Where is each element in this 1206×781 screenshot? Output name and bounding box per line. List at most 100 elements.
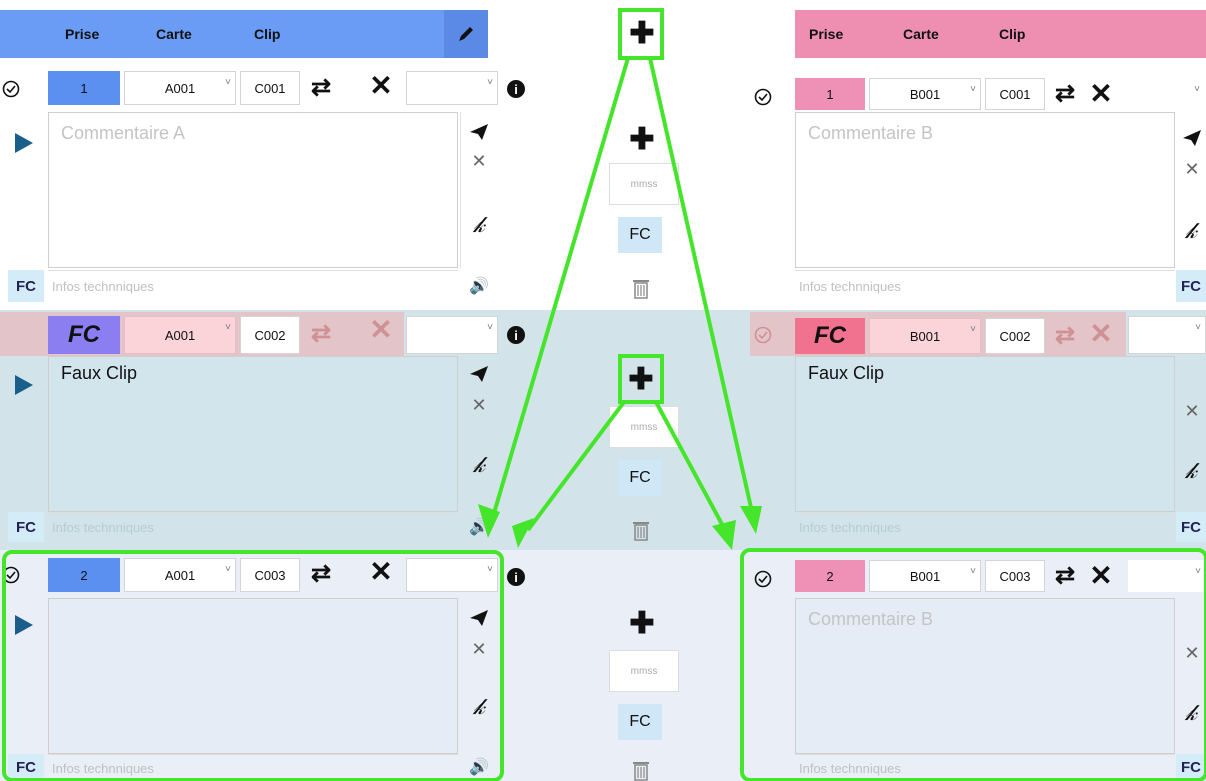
- select-b-2[interactable]: ˅: [1128, 316, 1206, 354]
- info-icon[interactable]: i: [507, 80, 525, 98]
- swap-icon[interactable]: ⇄: [306, 558, 336, 588]
- trash-icon[interactable]: [626, 758, 656, 781]
- check-circle-icon[interactable]: [752, 84, 774, 110]
- clip-a-3[interactable]: C003: [240, 558, 300, 592]
- check-circle-icon[interactable]: [0, 562, 22, 588]
- fc-square-b-2[interactable]: FC: [1176, 512, 1206, 542]
- select-b-3[interactable]: ˅: [1128, 560, 1206, 592]
- check-circle-icon[interactable]: [0, 76, 22, 102]
- clear-icon[interactable]: ✕: [1180, 400, 1204, 422]
- pen-icon[interactable]: 𝓀: [464, 450, 494, 480]
- fc-button-2[interactable]: FC: [618, 460, 662, 496]
- clip-b-2[interactable]: C002: [985, 318, 1045, 354]
- pen-icon[interactable]: 𝓀: [1178, 456, 1204, 486]
- close-icon[interactable]: ✕: [366, 68, 396, 102]
- carte-a-3[interactable]: A001 ˅: [124, 558, 236, 592]
- swap-icon[interactable]: ⇄: [306, 72, 336, 102]
- select-a-2[interactable]: ˅: [406, 316, 498, 354]
- chevron-down-icon: ˅: [970, 84, 976, 95]
- pen-icon[interactable]: 𝓀: [464, 210, 494, 240]
- plus-icon[interactable]: ✚: [622, 12, 662, 56]
- pen-icon[interactable]: 𝓀: [1178, 216, 1204, 246]
- mmss-2[interactable]: mmss: [609, 406, 679, 448]
- sound-icon[interactable]: 🔊: [462, 515, 496, 539]
- close-icon[interactable]: ✕: [1086, 316, 1116, 350]
- info-icon[interactable]: i: [507, 326, 525, 344]
- fc-button-3[interactable]: FC: [618, 704, 662, 740]
- clear-icon[interactable]: ✕: [1180, 158, 1204, 180]
- fc-square-a-1[interactable]: FC: [8, 270, 44, 302]
- close-icon[interactable]: ✕: [366, 554, 396, 588]
- select-a-1[interactable]: ˅: [406, 71, 498, 105]
- infos-a-3[interactable]: Infos technniques: [48, 754, 458, 781]
- carte-b-2[interactable]: B001 ˅: [869, 318, 981, 354]
- infos-a-2[interactable]: Infos technniques: [48, 512, 458, 542]
- infos-b-2[interactable]: Infos technniques: [795, 512, 1175, 542]
- mmss-3[interactable]: mmss: [609, 650, 679, 692]
- chevron-down-icon[interactable]: ˅: [1190, 80, 1204, 98]
- fc-button-1[interactable]: FC: [618, 217, 662, 253]
- comment-b-1[interactable]: Commentaire B: [795, 112, 1175, 268]
- comment-a-3[interactable]: [48, 598, 458, 754]
- send-icon[interactable]: [464, 118, 494, 146]
- fc-square-a-2[interactable]: FC: [8, 512, 44, 542]
- send-icon[interactable]: [1180, 124, 1204, 152]
- prise-b-1[interactable]: 1: [795, 78, 865, 110]
- clip-a-2[interactable]: C002: [240, 316, 300, 354]
- prise-a-1[interactable]: 1: [48, 71, 120, 105]
- infos-b-1[interactable]: Infos technniques: [795, 270, 1175, 302]
- plus-icon[interactable]: ✚: [622, 120, 662, 160]
- prise-a-2[interactable]: FC: [48, 316, 120, 354]
- prise-b-2[interactable]: FC: [795, 318, 865, 354]
- check-circle-icon[interactable]: [752, 566, 774, 592]
- close-icon[interactable]: ✕: [366, 312, 396, 346]
- select-a-3[interactable]: ˅: [406, 558, 498, 592]
- comment-b-2[interactable]: Faux Clip: [795, 356, 1175, 512]
- carte-a-2[interactable]: A001 ˅: [124, 316, 236, 354]
- play-icon[interactable]: [10, 608, 38, 642]
- clip-a-1[interactable]: C001: [240, 71, 300, 105]
- play-icon[interactable]: [10, 126, 38, 160]
- pen-icon[interactable]: 𝓀: [464, 692, 494, 722]
- check-circle-icon[interactable]: [752, 322, 774, 348]
- header-prise-a: Prise: [65, 26, 100, 42]
- swap-icon[interactable]: ⇄: [1050, 320, 1080, 350]
- pencil-icon[interactable]: [444, 10, 488, 58]
- info-icon[interactable]: i: [507, 568, 525, 586]
- clear-icon[interactable]: ✕: [464, 638, 494, 660]
- comment-a-1[interactable]: Commentaire A: [48, 112, 458, 268]
- swap-icon[interactable]: ⇄: [1050, 560, 1080, 590]
- mmss-1[interactable]: mmss: [609, 163, 679, 205]
- trash-icon[interactable]: [626, 516, 656, 544]
- infos-a-1[interactable]: Infos technniques: [48, 270, 458, 302]
- carte-b-3[interactable]: B001 ˅: [869, 560, 981, 592]
- sound-icon[interactable]: 🔊: [462, 274, 496, 298]
- comment-a-2[interactable]: Faux Clip: [48, 356, 458, 512]
- pen-icon[interactable]: 𝓀: [1178, 698, 1204, 728]
- clear-icon[interactable]: ✕: [464, 150, 494, 172]
- fc-square-b-3[interactable]: FC: [1176, 754, 1206, 781]
- comment-b-3[interactable]: Commentaire B: [795, 598, 1175, 754]
- swap-icon[interactable]: ⇄: [1050, 78, 1080, 108]
- plus-icon[interactable]: ✚: [621, 360, 661, 400]
- clear-icon[interactable]: ✕: [464, 394, 494, 416]
- infos-b-3[interactable]: Infos technniques: [795, 754, 1175, 781]
- send-icon[interactable]: [464, 604, 494, 632]
- play-icon[interactable]: [10, 368, 38, 402]
- swap-icon[interactable]: ⇄: [306, 318, 336, 348]
- send-icon[interactable]: [464, 360, 494, 388]
- clip-b-3[interactable]: C003: [985, 560, 1045, 592]
- prise-a-3[interactable]: 2: [48, 558, 120, 592]
- prise-b-3[interactable]: 2: [795, 560, 865, 592]
- carte-a-1[interactable]: A001 ˅: [124, 71, 236, 105]
- close-icon[interactable]: ✕: [1086, 76, 1116, 110]
- clip-b-1[interactable]: C001: [985, 78, 1045, 110]
- sound-icon[interactable]: 🔊: [462, 756, 496, 778]
- carte-b-1[interactable]: B001 ˅: [869, 78, 981, 110]
- fc-square-b-1[interactable]: FC: [1176, 270, 1206, 302]
- plus-icon[interactable]: ✚: [622, 604, 662, 644]
- clear-icon[interactable]: ✕: [1180, 642, 1204, 664]
- fc-square-a-3[interactable]: FC: [8, 754, 44, 781]
- close-icon[interactable]: ✕: [1086, 558, 1116, 592]
- trash-icon[interactable]: [626, 274, 656, 302]
